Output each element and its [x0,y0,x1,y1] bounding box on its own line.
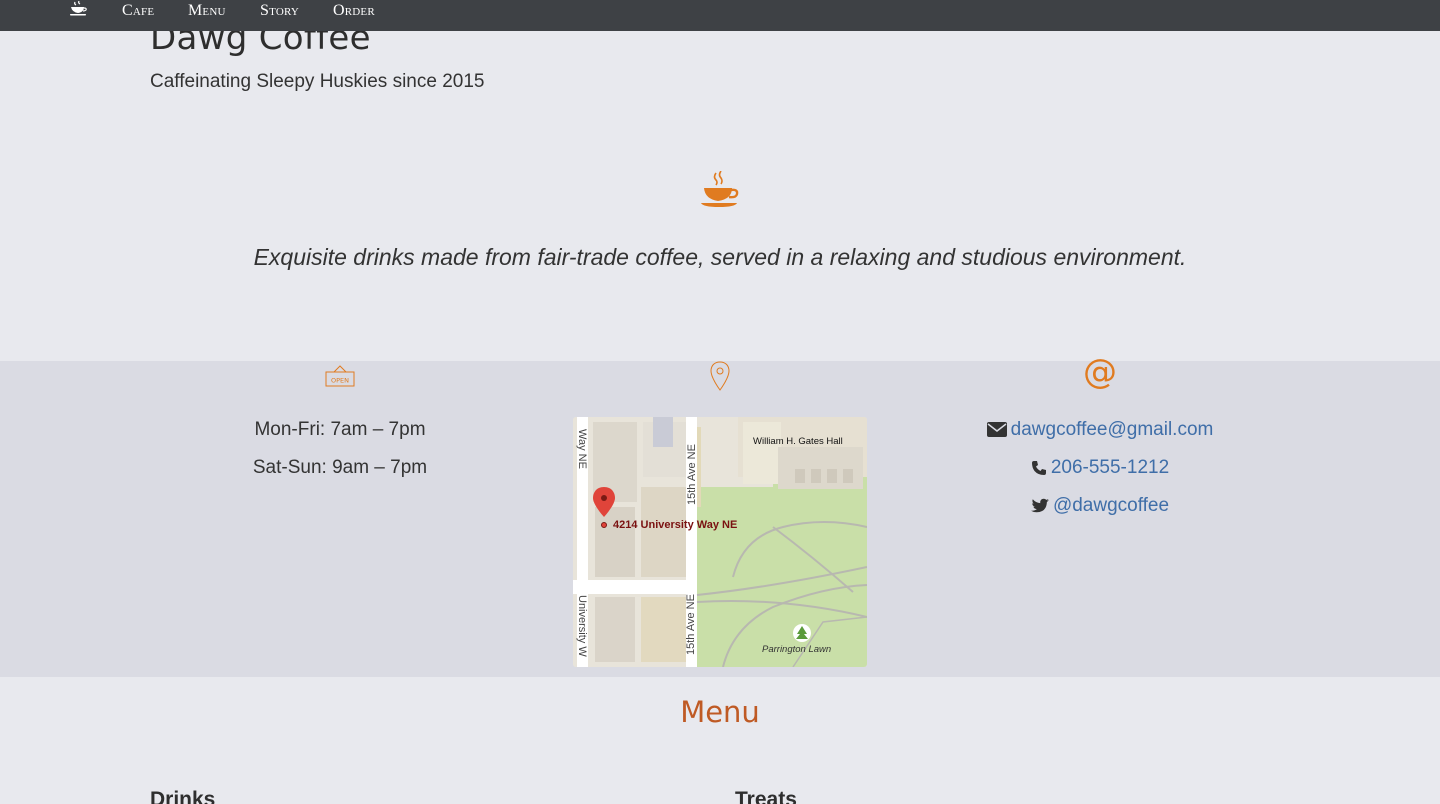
drinks-heading: Drinks [150,788,216,804]
top-navbar: Cafe Menu Story Order [0,0,1440,31]
map-way-ne-label: Way NE [576,429,588,469]
map-university-bottom-label: University W [576,595,588,657]
hot-coffee-icon [701,171,739,207]
map-address-label: 4214 University Way NE [613,519,738,531]
contact-email: dawgcoffee@gmail.com [900,419,1300,441]
coffee-cup-icon[interactable] [69,1,89,17]
phone-link[interactable]: 206-555-1212 [1051,457,1169,478]
contact-twitter: @dawgcoffee [900,495,1300,517]
twitter-link[interactable]: @dawgcoffee [1053,495,1169,516]
svg-text:OPEN: OPEN [331,377,349,385]
hours-weekend: Sat-Sun: 9am – 7pm [252,457,428,478]
hours-weekday: Mon-Fri: 7am – 7pm [254,419,426,440]
site-tagline: Caffeinating Sleepy Huskies since 2015 [150,71,485,92]
map-canvas [573,417,867,667]
open-sign-icon: OPEN [325,365,355,387]
envelope-icon [986,422,1007,438]
phone-icon [1031,460,1046,475]
treats-heading: Treats [735,788,797,804]
menu-heading: Menu [680,695,760,729]
nav-cafe[interactable]: Cafe [122,2,154,20]
twitter-icon [1030,499,1049,513]
map-gates-hall-label: William H. Gates Hall [753,436,843,447]
hero-statement: Exquisite drinks made from fair-trade co… [253,244,1187,270]
map-15th-ave-bottom-label: 15th Ave NE [685,594,697,655]
nav-menu[interactable]: Menu [188,2,226,20]
nav-story[interactable]: Story [260,2,299,20]
map-parrington-label: Parrington Lawn [762,644,832,655]
location-map[interactable]: 4214 University Way NE William H. Gates … [573,417,867,667]
map-pin-icon [710,361,730,391]
contact-phone: 206-555-1212 [900,457,1300,479]
map-15th-ave-top-label: 15th Ave NE [686,444,698,505]
nav-order[interactable]: Order [333,2,375,20]
at-icon: @ [1083,352,1117,392]
email-link[interactable]: dawgcoffee@gmail.com [1011,419,1214,440]
